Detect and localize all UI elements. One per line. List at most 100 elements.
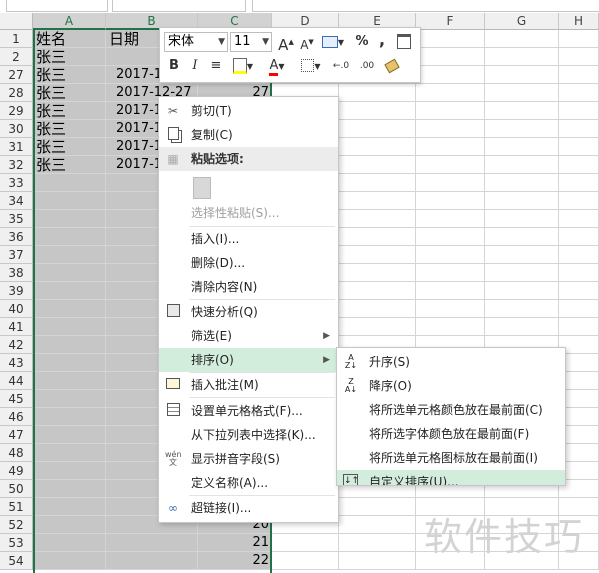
grid-cell[interactable]	[559, 228, 599, 246]
grid-cell[interactable]	[416, 282, 485, 300]
grid-cell[interactable]	[485, 246, 559, 264]
grid-cell[interactable]	[416, 246, 485, 264]
grid-cell[interactable]	[559, 156, 599, 174]
formula-buttons[interactable]	[112, 0, 246, 12]
grid-cell[interactable]	[416, 138, 485, 156]
grid-cell[interactable]	[33, 390, 106, 408]
grid-cell[interactable]	[33, 300, 106, 318]
col-header-a[interactable]: A	[33, 13, 106, 30]
grid-cell[interactable]	[416, 84, 485, 102]
grid-cell[interactable]	[33, 174, 106, 192]
row-header-40[interactable]: 40	[0, 300, 33, 318]
row-header-1[interactable]: 1	[0, 30, 33, 48]
row-header-43[interactable]: 43	[0, 354, 33, 372]
grid-cell[interactable]	[33, 210, 106, 228]
grid-cell[interactable]	[485, 264, 559, 282]
cell-a1[interactable]: 姓名	[36, 30, 66, 48]
cell-a2[interactable]: 张三	[36, 48, 66, 66]
menu-item-hyperlink[interactable]: ∞ 超链接(I)...	[159, 496, 338, 520]
grid-cell[interactable]	[485, 84, 559, 102]
grid-cell[interactable]	[559, 210, 599, 228]
grid-cell[interactable]	[416, 120, 485, 138]
grid-cell[interactable]	[485, 174, 559, 192]
grid-cell[interactable]	[485, 102, 559, 120]
menu-item-define-name[interactable]: 定义名称(A)...	[159, 471, 338, 495]
cell-a27[interactable]: 张三	[36, 66, 66, 84]
grid-cell[interactable]	[485, 192, 559, 210]
col-header-f[interactable]: F	[416, 13, 485, 30]
row-header-34[interactable]: 34	[0, 192, 33, 210]
col-header-g[interactable]: G	[485, 13, 559, 30]
accounting-format-button[interactable]: ▼	[320, 32, 346, 52]
grid-cell[interactable]	[339, 156, 416, 174]
grid-cell[interactable]	[33, 426, 106, 444]
grid-cell[interactable]	[416, 66, 485, 84]
format-painter-table-icon[interactable]	[394, 32, 414, 52]
grid-cell[interactable]	[485, 66, 559, 84]
grid-cell[interactable]	[33, 462, 106, 480]
grid-cell[interactable]	[416, 210, 485, 228]
grid-cell[interactable]	[485, 282, 559, 300]
grid-cell[interactable]	[339, 534, 416, 552]
grid-cell[interactable]	[559, 264, 599, 282]
menu-item-pick-from-list[interactable]: 从下拉列表中选择(K)...	[159, 423, 338, 447]
grid-cell[interactable]	[416, 192, 485, 210]
grid-cell[interactable]	[416, 318, 485, 336]
row-header-36[interactable]: 36	[0, 228, 33, 246]
grid-cell[interactable]	[33, 318, 106, 336]
grid-cell[interactable]	[416, 174, 485, 192]
menu-item-delete[interactable]: 删除(D)...	[159, 251, 338, 275]
grid-cell[interactable]	[559, 30, 599, 48]
row-header-49[interactable]: 49	[0, 462, 33, 480]
row-header-46[interactable]: 46	[0, 408, 33, 426]
font-name-combo[interactable]: 宋体 ▼	[164, 32, 228, 52]
grid-cell[interactable]	[33, 282, 106, 300]
row-header-41[interactable]: 41	[0, 318, 33, 336]
grid-cell[interactable]	[416, 300, 485, 318]
row-header-47[interactable]: 47	[0, 426, 33, 444]
row-header-32[interactable]: 32	[0, 156, 33, 174]
grid-cell[interactable]	[33, 534, 106, 552]
grid-cell[interactable]	[272, 534, 339, 552]
grid-cell[interactable]	[33, 192, 106, 210]
grid-cell[interactable]	[485, 30, 559, 48]
row-header-38[interactable]: 38	[0, 264, 33, 282]
grid-cell[interactable]	[33, 228, 106, 246]
grow-font-button[interactable]: A▲	[276, 32, 296, 54]
row-header-39[interactable]: 39	[0, 282, 33, 300]
grid-cell[interactable]	[559, 102, 599, 120]
cell-b1[interactable]: 日期	[109, 30, 139, 48]
grid-cell[interactable]	[33, 264, 106, 282]
grid-cell[interactable]	[416, 102, 485, 120]
grid-cell[interactable]	[485, 156, 559, 174]
paste-clipboard-button[interactable]	[191, 175, 213, 199]
cell-a28[interactable]: 张三	[36, 84, 66, 102]
grid-cell[interactable]	[339, 120, 416, 138]
grid-cell[interactable]	[339, 138, 416, 156]
row-header-31[interactable]: 31	[0, 138, 33, 156]
shrink-font-button[interactable]: A▼	[297, 32, 317, 52]
menu-item-cut[interactable]: ✂ 剪切(T)	[159, 99, 338, 123]
grid-cell[interactable]	[416, 30, 485, 48]
row-header-35[interactable]: 35	[0, 210, 33, 228]
menu-item-phonetic[interactable]: wén 文 显示拼音字段(S)	[159, 447, 338, 471]
grid-cell[interactable]	[485, 300, 559, 318]
grid-cell[interactable]	[339, 192, 416, 210]
grid-cell[interactable]	[559, 192, 599, 210]
grid-cell[interactable]	[485, 210, 559, 228]
grid-cell[interactable]	[559, 138, 599, 156]
italic-button[interactable]: I	[185, 56, 205, 76]
col-header-h[interactable]: H	[559, 13, 599, 30]
grid-cell[interactable]	[33, 354, 106, 372]
grid-cell[interactable]	[339, 174, 416, 192]
row-header-2[interactable]: 2	[0, 48, 33, 66]
row-header-51[interactable]: 51	[0, 498, 33, 516]
menu-item-quick-analysis[interactable]: 快速分析(Q)	[159, 300, 338, 324]
decrease-decimal-button[interactable]: .00	[356, 56, 378, 76]
grid-cell[interactable]	[339, 246, 416, 264]
cell-a32[interactable]: 张三	[36, 156, 66, 174]
grid-cell[interactable]	[106, 552, 198, 570]
submenu-item-cell-color-first[interactable]: 将所选单元格颜色放在最前面(C)	[337, 398, 565, 422]
row-header-33[interactable]: 33	[0, 174, 33, 192]
grid-cell[interactable]	[33, 516, 106, 534]
